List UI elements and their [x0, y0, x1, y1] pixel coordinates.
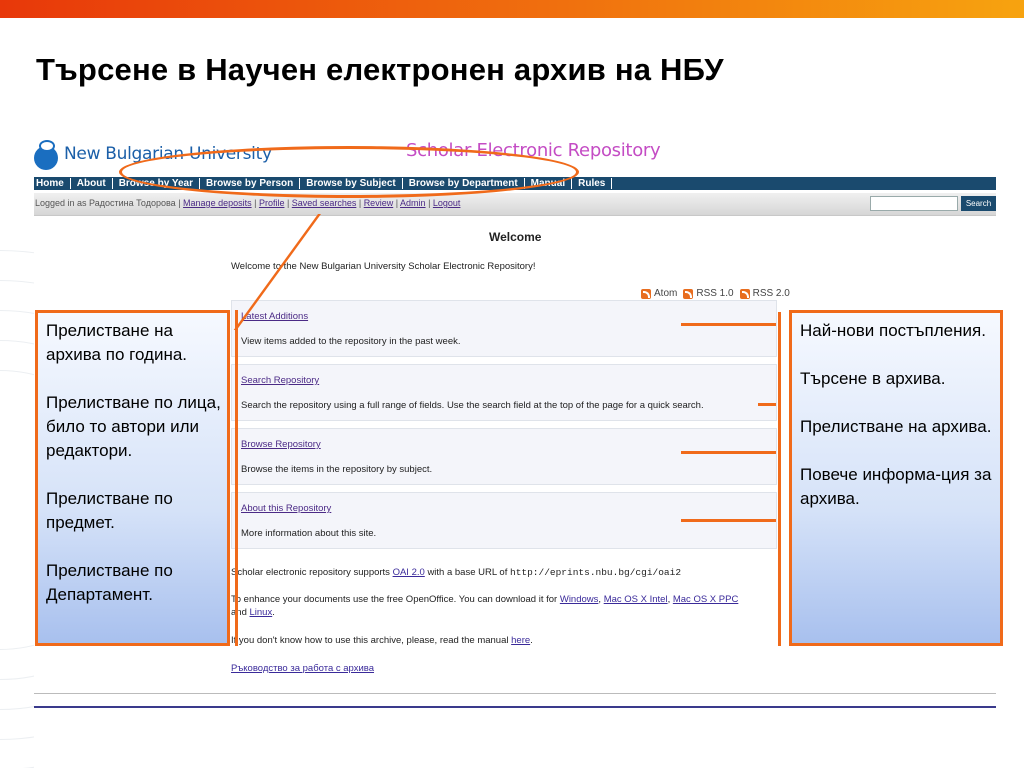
feed-icon — [683, 288, 694, 299]
slide-title: Търсене в Научен електронен архив на НБУ — [36, 52, 724, 87]
right-callout: Най-нови постъпления. Търсене в архива. … — [789, 310, 1003, 646]
box-desc: Browse the items in the repository by su… — [241, 464, 433, 475]
box-title[interactable]: Search Repository — [241, 375, 319, 386]
left-bracket-line — [235, 310, 238, 646]
logged-in-info: Logged in as Радостина Тодорова | Manage… — [35, 198, 461, 208]
box-desc: More information about this site. — [241, 528, 377, 539]
box-title[interactable]: Browse Repository — [241, 439, 321, 450]
feed-icon — [739, 288, 750, 299]
guide-info: Ръководство за работа с архива — [231, 663, 374, 674]
nav-highlight-ellipse — [119, 146, 579, 198]
nav-about[interactable]: About — [71, 178, 113, 189]
link-saved-searches[interactable]: Saved searches — [292, 198, 357, 208]
feed-icon — [641, 288, 651, 299]
footer-rule — [34, 706, 996, 708]
search-input[interactable] — [870, 196, 958, 211]
link-oai[interactable]: OAI 2.0 — [393, 567, 425, 578]
left-callout: Прелистване на архива по година. Прелист… — [35, 310, 230, 646]
oai-url: http://eprints.nbu.bg/cgi/oai2 — [510, 567, 682, 578]
feed-atom[interactable]: Atom — [641, 288, 677, 299]
link-mac-intel[interactable]: Mac OS X Intel — [604, 594, 668, 605]
oai-text: with a base URL of — [427, 567, 508, 578]
link-review[interactable]: Review — [364, 198, 394, 208]
pointer-about — [681, 519, 776, 522]
oai-info: Scholar electronic repository supports O… — [231, 567, 681, 578]
feed-label: Atom — [654, 288, 678, 299]
nav-home[interactable]: Home — [35, 178, 71, 189]
right-bracket-line — [778, 312, 781, 646]
openoffice-text: To enhance your documents use the free O… — [231, 594, 558, 605]
openoffice-info: To enhance your documents use the free O… — [231, 594, 739, 605]
box-desc: View items added to the repository in th… — [241, 336, 461, 347]
box-desc: Search the repository using a full range… — [241, 400, 704, 411]
pointer-search — [758, 403, 776, 406]
logged-in-label: Logged in as Радостина Тодорова | — [35, 198, 181, 208]
link-admin[interactable]: Admin — [400, 198, 426, 208]
link-windows[interactable]: Windows — [560, 594, 599, 605]
feed-rss1[interactable]: RSS 1.0 — [683, 288, 734, 299]
oai-text: Scholar electronic repository supports — [231, 567, 390, 578]
slide-top-bar — [0, 0, 1024, 18]
user-bar: Logged in as Радостина Тодорова | Manage… — [34, 193, 996, 216]
pointer-latest — [681, 323, 776, 326]
welcome-heading: Welcome — [489, 230, 542, 244]
right-callout-text: Най-нови постъпления. Търсене в архива. … — [800, 321, 992, 508]
openoffice-text: and — [231, 607, 247, 618]
nbu-logo-icon — [34, 138, 60, 170]
nav-rules[interactable]: Rules — [572, 178, 613, 189]
manual-info: If you don't know how to use this archiv… — [231, 635, 533, 646]
feed-rss2[interactable]: RSS 2.0 — [739, 288, 790, 299]
box-title[interactable]: Latest Additions — [241, 311, 308, 322]
box-search-repository: Search Repository Search the repository … — [231, 364, 777, 421]
box-browse-repository: Browse Repository Browse the items in th… — [231, 428, 777, 485]
search-button[interactable]: Search — [961, 196, 996, 211]
feed-label: RSS 2.0 — [752, 288, 790, 299]
link-linux[interactable]: Linux — [250, 607, 273, 618]
left-callout-text: Прелистване на архива по година. Прелист… — [46, 321, 221, 604]
link-manage-deposits[interactable]: Manage deposits — [183, 198, 252, 208]
manual-text: If you don't know how to use this archiv… — [231, 635, 509, 646]
link-profile[interactable]: Profile — [259, 198, 285, 208]
feed-links: Atom RSS 1.0 RSS 2.0 — [641, 288, 796, 299]
link-logout[interactable]: Logout — [433, 198, 461, 208]
feed-label: RSS 1.0 — [696, 288, 734, 299]
footer-divider — [34, 693, 996, 694]
box-latest-additions: Latest Additions View items added to the… — [231, 300, 777, 357]
link-mac-ppc[interactable]: Mac OS X PPC — [673, 594, 738, 605]
pointer-browse — [681, 451, 776, 454]
link-archive-guide[interactable]: Ръководство за работа с архива — [231, 663, 374, 674]
box-title[interactable]: About this Repository — [241, 503, 331, 514]
link-manual-here[interactable]: here — [511, 635, 530, 646]
